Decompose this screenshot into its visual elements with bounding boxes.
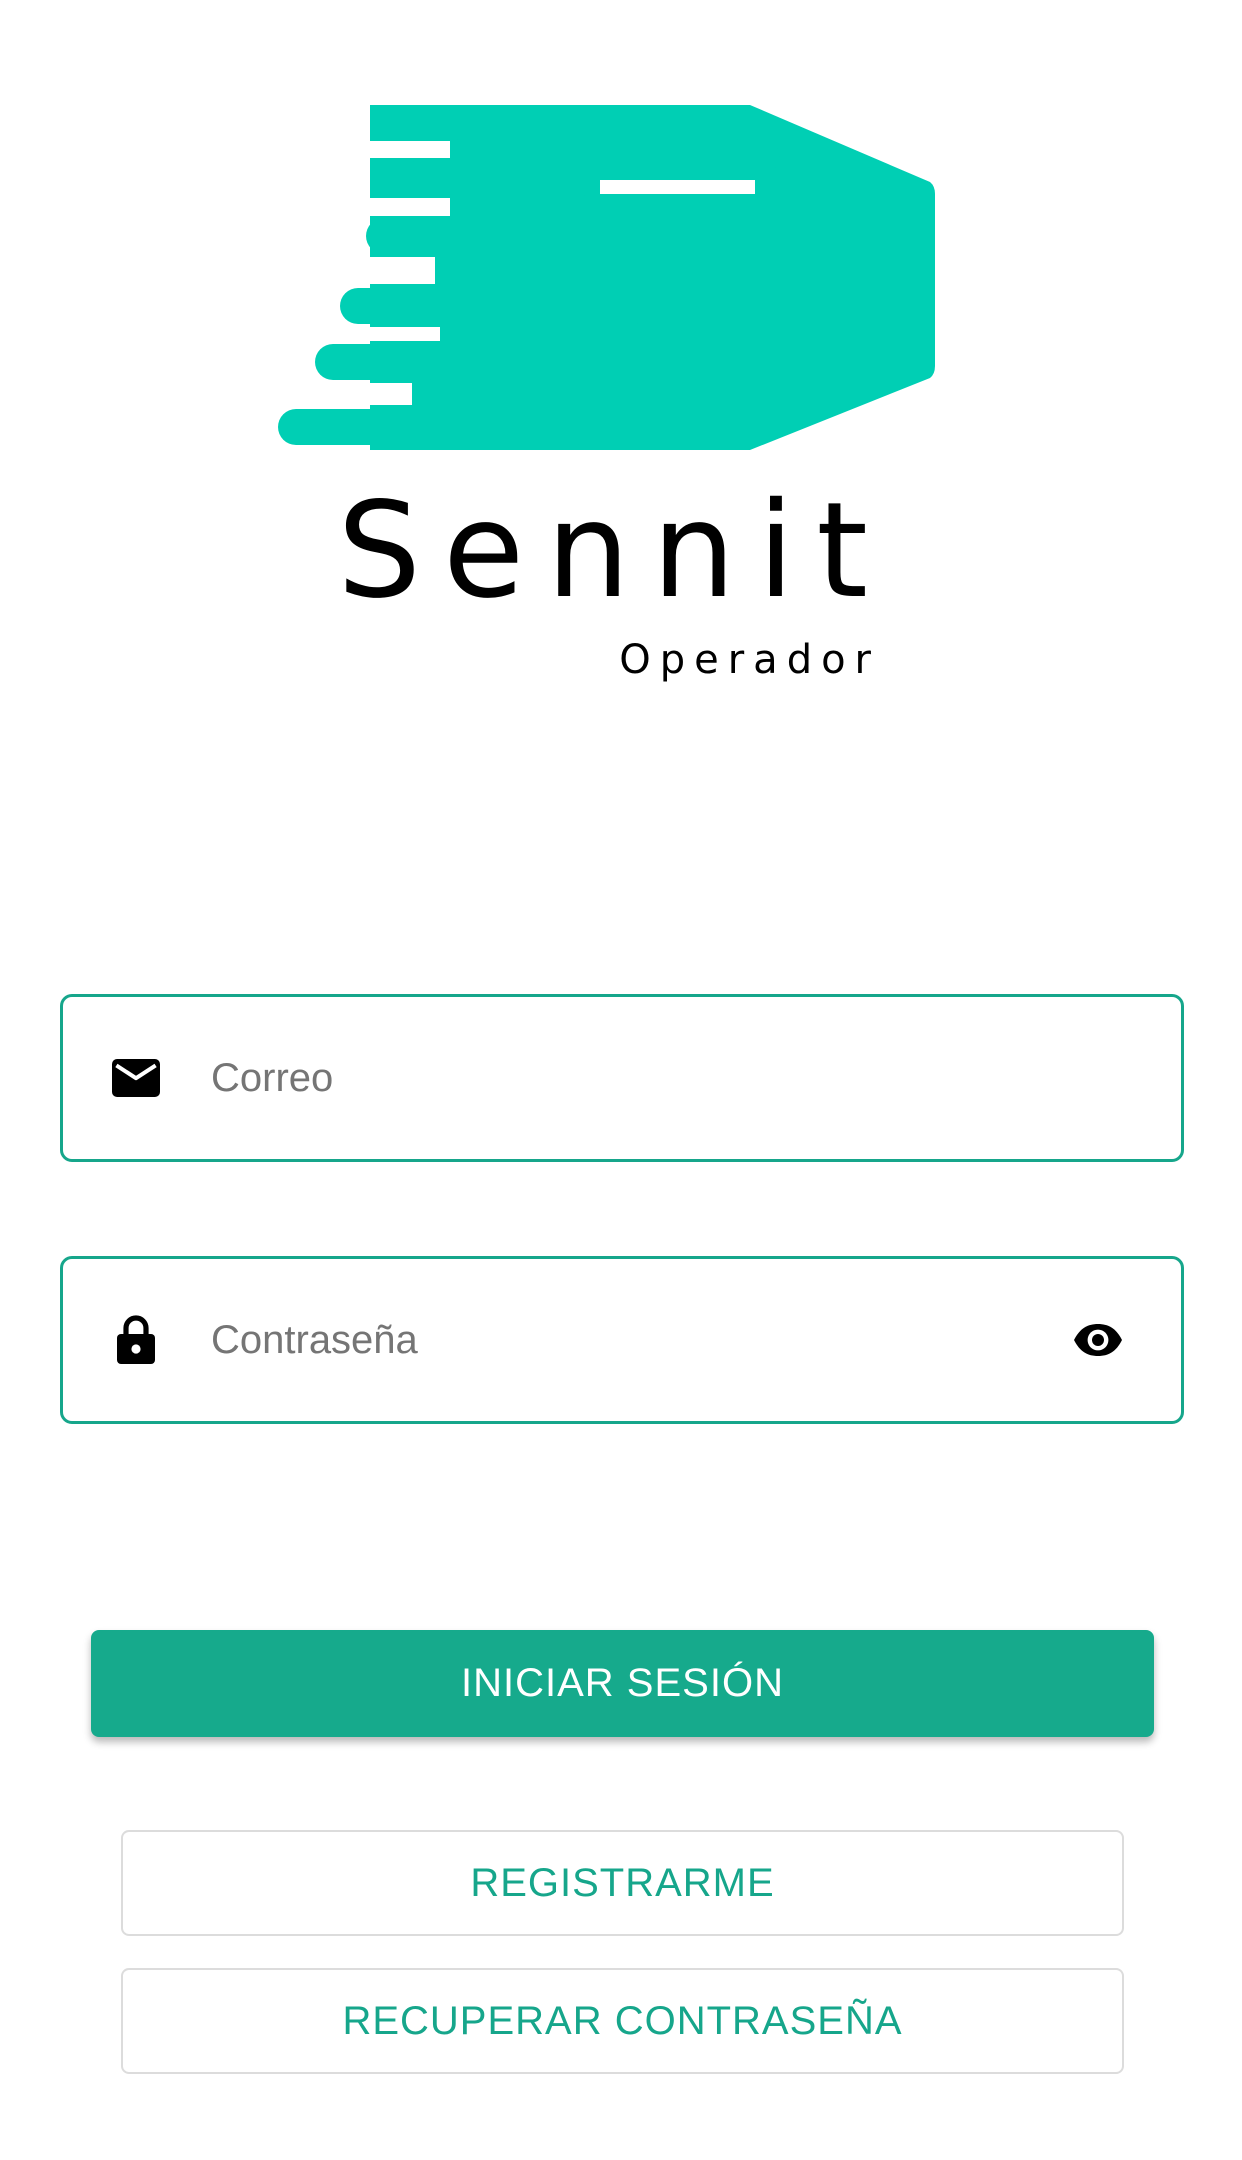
mail-icon	[111, 1053, 161, 1103]
login-button[interactable]: INICIAR SESIÓN	[91, 1630, 1154, 1737]
password-field[interactable]	[60, 1256, 1184, 1424]
brand-name: Sennit	[337, 474, 890, 628]
password-input[interactable]	[211, 1259, 1071, 1421]
sennit-logo-icon	[270, 105, 935, 450]
recover-password-button[interactable]: RECUPERAR CONTRASEÑA	[121, 1968, 1124, 2074]
lock-icon	[111, 1315, 161, 1365]
email-input[interactable]	[211, 997, 1071, 1159]
email-field[interactable]	[60, 994, 1184, 1162]
brand-subtitle: Operador	[619, 637, 880, 683]
register-button[interactable]: REGISTRARME	[121, 1830, 1124, 1936]
eye-icon[interactable]	[1071, 1313, 1125, 1367]
